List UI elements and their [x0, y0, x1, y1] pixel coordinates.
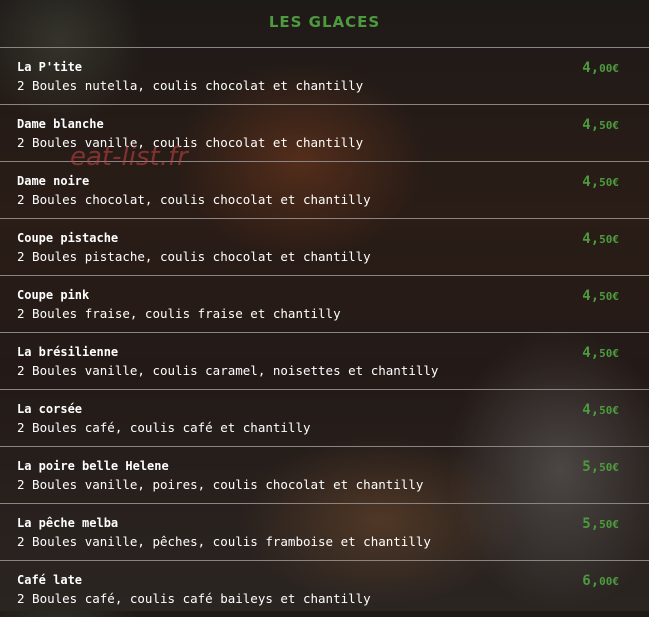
price-main: 4, [582, 174, 600, 190]
item-description: 2 Boules vanille, pêches, coulis framboi… [17, 534, 431, 549]
item-price: 4,50€ [582, 174, 619, 190]
item-description: 2 Boules nutella, coulis chocolat et cha… [17, 78, 364, 93]
item-description: 2 Boules vanille, coulis chocolat et cha… [17, 135, 364, 150]
item-price: 4,50€ [582, 231, 619, 247]
price-cents: 50€ [599, 176, 619, 189]
price-cents: 50€ [599, 290, 619, 303]
item-name: La P'tite [17, 60, 83, 74]
price-cents: 50€ [599, 233, 619, 246]
item-description: 2 Boules vanille, poires, coulis chocola… [17, 477, 424, 492]
menu-item: Dame blanche 2 Boules vanille, coulis ch… [0, 104, 649, 161]
price-main: 4, [582, 288, 600, 304]
menu-item: La poire belle Helene 2 Boules vanille, … [0, 446, 649, 503]
menu-item: Dame noire 2 Boules chocolat, coulis cho… [0, 161, 649, 218]
item-name: La brésilienne [17, 345, 119, 359]
menu-item: La pêche melba 2 Boules vanille, pêches,… [0, 503, 649, 560]
item-name: La poire belle Helene [17, 459, 169, 473]
price-cents: 50€ [599, 461, 619, 474]
item-price: 5,50€ [582, 459, 619, 475]
item-price: 4,50€ [582, 402, 619, 418]
item-name: La pêche melba [17, 516, 119, 530]
item-name: Café late [17, 573, 83, 587]
item-price: 5,50€ [582, 516, 619, 532]
item-price: 4,50€ [582, 345, 619, 361]
price-cents: 00€ [599, 575, 619, 588]
price-cents: 50€ [599, 404, 619, 417]
menu-item: La corsée 2 Boules café, coulis café et … [0, 389, 649, 446]
menu-item: Café late 2 Boules café, coulis café bai… [0, 560, 649, 617]
price-cents: 50€ [599, 518, 619, 531]
menu-item: La P'tite 2 Boules nutella, coulis choco… [0, 47, 649, 104]
item-description: 2 Boules vanille, coulis caramel, noiset… [17, 363, 439, 378]
menu-item: Coupe pink 2 Boules fraise, coulis frais… [0, 275, 649, 332]
price-main: 4, [582, 402, 600, 418]
item-description: 2 Boules pistache, coulis chocolat et ch… [17, 249, 371, 264]
item-name: Dame blanche [17, 117, 104, 131]
item-price: 6,00€ [582, 573, 619, 589]
price-main: 5, [582, 516, 600, 532]
price-main: 4, [582, 231, 600, 247]
price-cents: 50€ [599, 347, 619, 360]
item-price: 4,00€ [582, 60, 619, 76]
menu-item: La brésilienne 2 Boules vanille, coulis … [0, 332, 649, 389]
menu-item: Coupe pistache 2 Boules pistache, coulis… [0, 218, 649, 275]
item-name: La corsée [17, 402, 83, 416]
price-main: 6, [582, 573, 600, 589]
item-description: 2 Boules café, coulis café baileys et ch… [17, 591, 371, 606]
price-main: 4, [582, 345, 600, 361]
item-price: 4,50€ [582, 288, 619, 304]
price-cents: 50€ [599, 119, 619, 132]
item-description: 2 Boules café, coulis café et chantilly [17, 420, 311, 435]
item-description: 2 Boules fraise, coulis fraise et chanti… [17, 306, 341, 321]
item-price: 4,50€ [582, 117, 619, 133]
price-main: 4, [582, 60, 600, 76]
price-cents: 00€ [599, 62, 619, 75]
menu-list: La P'tite 2 Boules nutella, coulis choco… [0, 47, 649, 617]
page-title: LES GLACES [268, 13, 381, 31]
price-main: 5, [582, 459, 600, 475]
price-main: 4, [582, 117, 600, 133]
item-description: 2 Boules chocolat, coulis chocolat et ch… [17, 192, 371, 207]
item-name: Coupe pink [17, 288, 90, 302]
item-name: Dame noire [17, 174, 90, 188]
item-name: Coupe pistache [17, 231, 119, 245]
